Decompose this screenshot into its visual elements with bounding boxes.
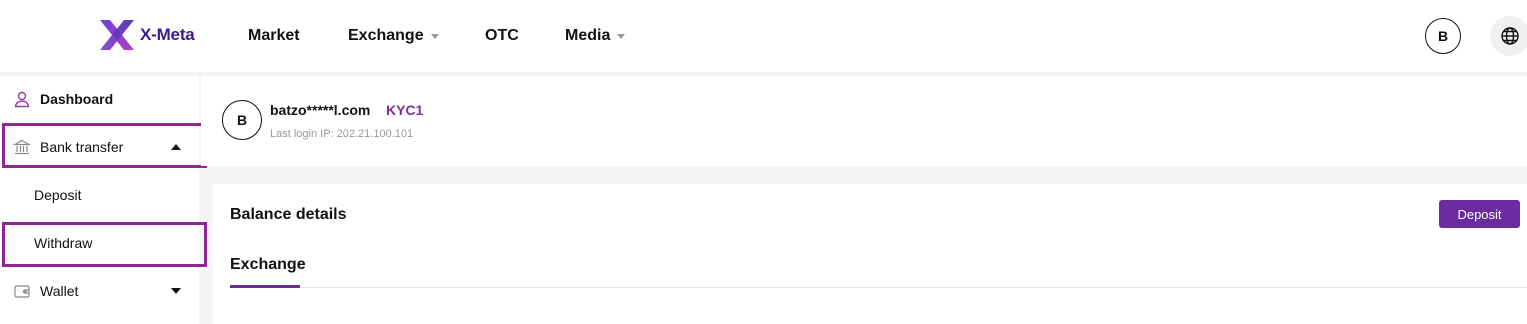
sidebar-item-label: Withdraw <box>34 235 93 251</box>
kyc-badge: KYC1 <box>386 102 424 118</box>
sidebar-item-label: Wallet <box>40 283 79 299</box>
language-button[interactable] <box>1490 16 1527 56</box>
nav-market[interactable]: Market <box>248 0 300 72</box>
sidebar-item-withdraw[interactable]: Withdraw <box>0 221 199 265</box>
balance-card: Balance details Deposit Exchange <box>213 184 1527 324</box>
chevron-up-icon <box>171 144 181 150</box>
sidebar-item-label: Deposit <box>34 187 82 203</box>
sidebar-item-label: Dashboard <box>40 91 114 107</box>
wallet-icon <box>14 285 30 298</box>
nav-market-label: Market <box>248 27 300 44</box>
chevron-down-icon <box>617 33 626 39</box>
nav-media[interactable]: Media <box>565 0 626 72</box>
nav-exchange[interactable]: Exchange <box>348 0 439 72</box>
sidebar-item-bank-transfer[interactable]: Bank transfer <box>0 125 199 169</box>
nav-media-label: Media <box>565 27 611 44</box>
active-tab-indicator <box>230 285 300 288</box>
tab-divider <box>230 287 1527 288</box>
last-login-info: Last login IP: 202.21.100.101 <box>270 128 414 140</box>
sidebar-item-dashboard[interactable]: Dashboard <box>0 77 199 121</box>
user-email: batzo*****l.com <box>270 102 371 118</box>
tab-exchange[interactable]: Exchange <box>230 256 306 274</box>
balance-title: Balance details <box>230 206 347 223</box>
brand-name: X-Meta <box>140 25 195 44</box>
globe-icon <box>1501 27 1519 45</box>
nav-otc[interactable]: OTC <box>485 0 519 72</box>
nav-otc-label: OTC <box>485 27 519 44</box>
sidebar-item-label: Bank transfer <box>40 139 124 155</box>
top-navbar: X-Meta Market Exchange OTC Media B <box>0 0 1527 72</box>
user-icon <box>14 91 30 108</box>
avatar: B <box>222 100 262 140</box>
chevron-down-icon <box>171 288 181 294</box>
x-meta-logo-icon <box>100 20 134 50</box>
sidebar-item-wallet[interactable]: Wallet <box>0 269 199 313</box>
nav-exchange-label: Exchange <box>348 27 424 44</box>
user-avatar-button[interactable]: B <box>1425 18 1461 54</box>
sidebar-item-deposit[interactable]: Deposit <box>0 173 199 217</box>
profile-card: B batzo*****l.com KYC1 Last login IP: 20… <box>201 76 1527 166</box>
sidebar: Dashboard Bank transfer Deposit Withdraw… <box>0 76 199 324</box>
chevron-down-icon <box>430 33 439 39</box>
brand-logo[interactable]: X-Meta <box>98 18 195 52</box>
deposit-button[interactable]: Deposit <box>1439 200 1520 228</box>
bank-icon <box>13 139 31 155</box>
